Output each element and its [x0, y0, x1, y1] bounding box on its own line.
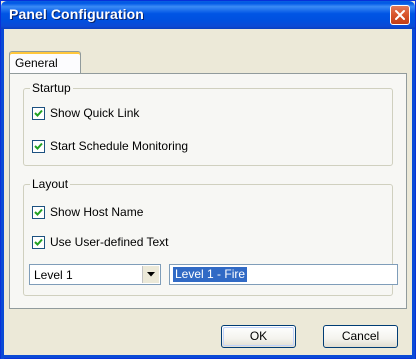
- show-quick-link-label[interactable]: Show Quick Link: [50, 106, 139, 120]
- ok-button[interactable]: OK: [221, 325, 296, 348]
- use-user-defined-text-label[interactable]: Use User-defined Text: [50, 235, 169, 249]
- window-frame-left: [1, 29, 4, 359]
- level-select-value: Level 1: [34, 268, 73, 282]
- window-frame-right: [412, 29, 415, 359]
- show-host-name-label[interactable]: Show Host Name: [50, 205, 143, 219]
- show-quick-link-checkbox[interactable]: [32, 107, 45, 120]
- startup-group-legend: Startup: [30, 81, 73, 95]
- close-button[interactable]: [390, 5, 410, 25]
- check-icon: [34, 142, 43, 150]
- show-host-name-checkbox[interactable]: [32, 206, 45, 219]
- start-schedule-monitoring-checkbox[interactable]: [32, 140, 45, 153]
- layout-group-legend: Layout: [30, 177, 71, 191]
- check-icon: [34, 238, 43, 246]
- startup-group: Startup Show Quick Link Start Schedule M…: [23, 81, 393, 166]
- cancel-button[interactable]: Cancel: [323, 325, 398, 348]
- check-icon: [34, 109, 43, 117]
- close-icon: [395, 10, 405, 20]
- custom-text-input[interactable]: Level 1 - Fire: [169, 264, 398, 285]
- window-frame-bottom: [1, 355, 415, 358]
- dialog-window: Panel Configuration Startup Show Quick L…: [0, 0, 416, 359]
- level-select-dropdown-button[interactable]: [142, 266, 159, 283]
- tab-general[interactable]: General: [9, 51, 81, 73]
- custom-text-value: Level 1 - Fire: [173, 267, 248, 282]
- level-select[interactable]: Level 1: [29, 264, 161, 285]
- title-bar[interactable]: Panel Configuration: [1, 1, 415, 29]
- chevron-down-icon: [147, 272, 155, 277]
- window-title: Panel Configuration: [9, 6, 144, 22]
- start-schedule-monitoring-label[interactable]: Start Schedule Monitoring: [50, 139, 188, 153]
- check-icon: [34, 208, 43, 216]
- use-user-defined-text-checkbox[interactable]: [32, 236, 45, 249]
- tab-general-label[interactable]: General: [15, 56, 58, 70]
